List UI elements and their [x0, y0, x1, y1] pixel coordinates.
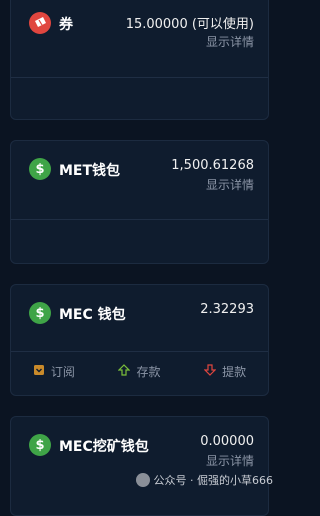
ticket-icon — [29, 12, 51, 34]
mec-wallet-actions: 订阅 存款 提款 — [11, 363, 268, 380]
mec-wallet-title: MEC 钱包 — [59, 307, 126, 323]
met-wallet-show-details-link[interactable]: 显示详情 — [206, 176, 254, 193]
card-divider — [11, 219, 268, 220]
watermark-text: 公众号 · 倔强的小草666 — [153, 474, 274, 487]
deposit-label: 存款 — [136, 365, 161, 379]
deposit-button[interactable]: 存款 — [118, 363, 160, 380]
card-divider — [11, 77, 268, 78]
mec-mining-wallet-balance: 0.00000 — [200, 434, 254, 449]
card-divider — [11, 351, 268, 352]
mec-mining-wallet-card: $ MEC挖矿钱包 0.00000 显示详情 — [10, 416, 269, 516]
subscribe-icon — [33, 364, 45, 379]
withdraw-label: 提款 — [222, 365, 247, 379]
mec-mining-wallet-show-details-link[interactable]: 显示详情 — [206, 452, 254, 469]
watermark: 公众号 · 倔强的小草666 — [135, 472, 274, 488]
met-wallet-balance: 1,500.61268 — [171, 158, 254, 173]
met-wallet-title: MET钱包 — [59, 163, 121, 179]
wechat-official-account-icon — [135, 473, 150, 487]
met-wallet-card: $ MET钱包 1,500.61268 显示详情 — [10, 140, 269, 264]
mec-mining-wallet-title: MEC挖矿钱包 — [59, 439, 149, 455]
mec-wallet-balance: 2.32293 — [200, 302, 254, 317]
voucher-card: 券 15.00000 (可以使用) 显示详情 — [10, 0, 269, 120]
withdraw-button[interactable]: 提款 — [203, 363, 247, 380]
subscribe-label: 订阅 — [50, 365, 75, 379]
dollar-icon: $ — [29, 434, 51, 456]
voucher-value: 15.00000 (可以使用) — [125, 17, 254, 32]
voucher-title: 券 — [59, 17, 73, 33]
deposit-arrow-up-icon — [118, 364, 131, 379]
dollar-icon: $ — [29, 302, 51, 324]
withdraw-arrow-down-icon — [203, 364, 217, 379]
voucher-show-details-link[interactable]: 显示详情 — [206, 33, 254, 50]
subscribe-button[interactable]: 订阅 — [33, 363, 75, 380]
mec-wallet-card: $ MEC 钱包 2.32293 订阅 存款 提款 — [10, 284, 269, 396]
dollar-icon: $ — [29, 158, 51, 180]
